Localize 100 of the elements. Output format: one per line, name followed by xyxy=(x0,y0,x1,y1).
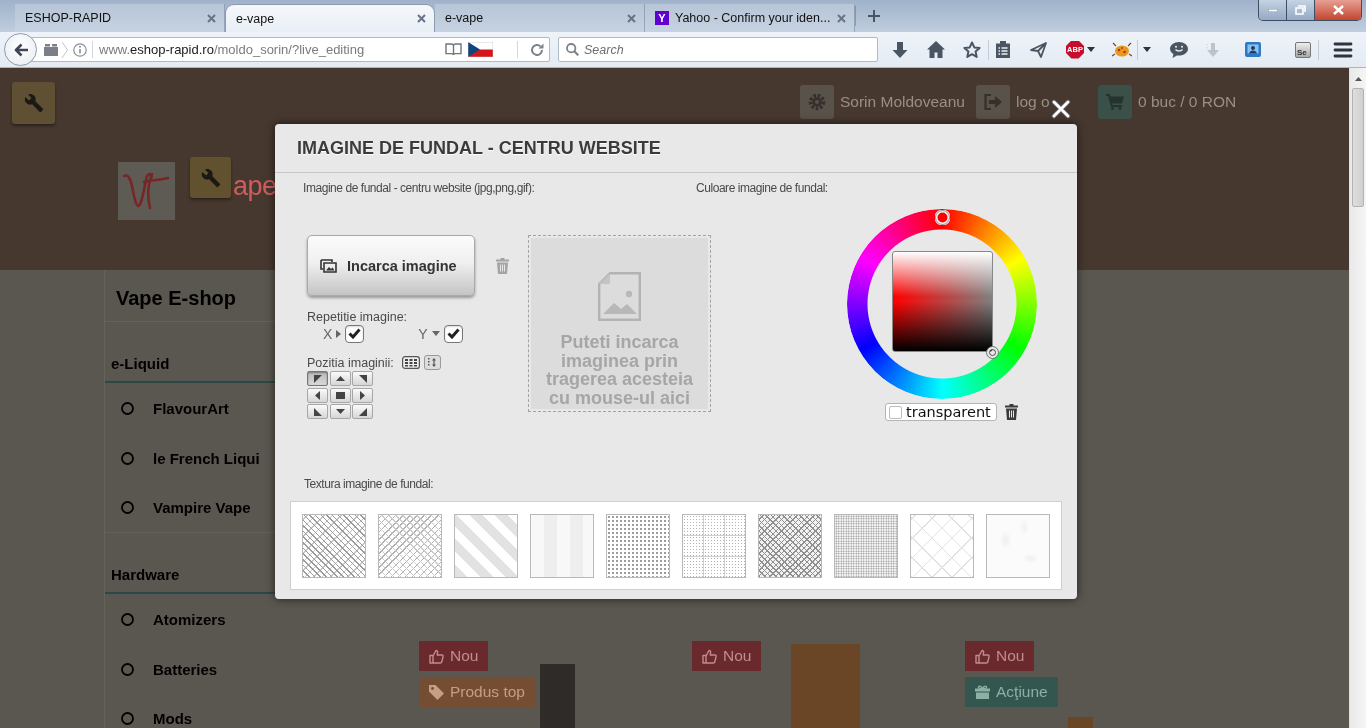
favicon-icon: Y xyxy=(655,11,669,25)
checkbox[interactable] xyxy=(443,324,463,343)
chat-icon[interactable] xyxy=(1170,41,1188,58)
position-button[interactable] xyxy=(329,387,351,403)
position-button[interactable] xyxy=(329,371,351,386)
checkbox[interactable] xyxy=(889,405,902,419)
close-window-button[interactable] xyxy=(1315,0,1361,20)
search-icon xyxy=(566,43,579,56)
position-button[interactable] xyxy=(329,404,351,419)
plus-icon[interactable] xyxy=(868,10,880,22)
star-icon[interactable] xyxy=(963,40,981,59)
hue-handle-icon[interactable] xyxy=(935,210,950,225)
position-button[interactable] xyxy=(352,387,373,403)
dialog-title: IMAGINE DE FUNDAL - CENTRU WEBSITE xyxy=(297,137,661,159)
download-icon[interactable] xyxy=(891,40,909,59)
gift-icon xyxy=(975,685,990,699)
caret-icon[interactable] xyxy=(1087,47,1095,52)
restore-button[interactable] xyxy=(1287,0,1315,20)
circle-bullet-icon xyxy=(121,451,134,465)
logo-text: ape xyxy=(233,171,277,201)
circle-bullet-icon xyxy=(121,662,134,676)
reload-icon[interactable] xyxy=(530,42,544,57)
texture-swatch[interactable] xyxy=(986,514,1050,578)
field-label: Culoare imagine de fundal: xyxy=(696,181,828,195)
scrollbar[interactable] xyxy=(1349,68,1366,728)
clipboard-icon[interactable] xyxy=(995,41,1011,58)
paper-plane-icon[interactable] xyxy=(1029,41,1047,58)
triangle-right-icon xyxy=(360,390,365,400)
badge-label: Acţiune xyxy=(996,683,1048,701)
position-button[interactable] xyxy=(307,387,328,403)
texture-swatch[interactable] xyxy=(302,514,366,578)
texture-swatch[interactable] xyxy=(378,514,442,578)
checkbox[interactable] xyxy=(345,324,365,343)
corner-triangle-icon xyxy=(313,407,322,416)
minimize-icon xyxy=(1267,8,1278,12)
search-field[interactable]: Search xyxy=(558,37,878,62)
texture-swatch[interactable] xyxy=(454,514,518,578)
scroll-up-icon[interactable] xyxy=(1354,76,1362,81)
corner-triangle-icon xyxy=(358,407,367,416)
thumbs-up-icon xyxy=(702,648,717,664)
field-label: Textura imagine de fundal: xyxy=(304,477,434,491)
badge-label: Nou xyxy=(450,647,479,665)
grid-icon[interactable] xyxy=(401,356,420,369)
caret-down-icon xyxy=(431,331,440,336)
caret-right-icon xyxy=(336,329,342,338)
color-handle-icon[interactable] xyxy=(986,346,999,359)
browser-tab[interactable]: e-vape xyxy=(225,4,435,32)
field-label: Repetitie imagine: xyxy=(307,310,408,324)
url-text[interactable]: www.eshop-rapid.ro/moldo_sorin/?live_editing xyxy=(99,42,365,57)
bug-icon[interactable] xyxy=(1112,41,1132,58)
minimize-button[interactable] xyxy=(1259,0,1287,20)
axis-label: Y xyxy=(418,325,428,342)
browser-tab[interactable]: e-vape xyxy=(435,4,645,32)
position-button[interactable] xyxy=(352,371,373,386)
extension-button[interactable]: Se xyxy=(1295,41,1311,58)
texture-swatch[interactable] xyxy=(758,514,822,578)
texture-swatch[interactable] xyxy=(530,514,594,578)
menu-icon[interactable] xyxy=(1333,41,1353,58)
wrench-icon xyxy=(23,93,44,113)
upload-button[interactable]: Incarca imagine xyxy=(307,235,475,296)
restore-icon xyxy=(1295,5,1306,15)
browser-tab[interactable]: ESHOP-RAPID xyxy=(15,4,225,32)
image-file-icon xyxy=(598,272,641,321)
texture-swatch[interactable] xyxy=(682,514,746,578)
app-grid-icon[interactable] xyxy=(44,43,58,56)
back-button[interactable] xyxy=(4,33,37,66)
photo-placeholder xyxy=(1067,717,1093,728)
texture-swatch[interactable] xyxy=(834,514,898,578)
scrollbar-thumb[interactable] xyxy=(1352,88,1364,207)
position-button[interactable] xyxy=(352,404,373,419)
caret-icon[interactable] xyxy=(1143,47,1151,52)
photo-placeholder xyxy=(539,664,575,728)
browser-tab[interactable]: Y Yahoo - Confirm your iden... xyxy=(645,4,855,32)
home-icon[interactable] xyxy=(927,41,945,58)
close-icon[interactable] xyxy=(1051,99,1071,119)
logout-link[interactable]: log o xyxy=(1016,93,1050,111)
position-button[interactable] xyxy=(307,404,328,419)
color-square[interactable] xyxy=(891,251,993,352)
circle-bullet-icon xyxy=(121,401,134,415)
trash-icon[interactable] xyxy=(1005,404,1018,420)
chevron-icon xyxy=(62,41,68,58)
texture-swatch[interactable] xyxy=(606,514,670,578)
user-name-link[interactable]: Sorin Moldoveanu xyxy=(840,93,965,111)
back-arrow-icon xyxy=(12,41,29,58)
reader-view-icon[interactable] xyxy=(445,43,462,56)
transparent-option[interactable]: transparent xyxy=(885,403,997,421)
check-icon xyxy=(348,328,362,339)
info-icon[interactable] xyxy=(73,42,87,57)
position-button[interactable] xyxy=(307,371,328,386)
address-bar[interactable]: www.eshop-rapid.ro/moldo_sorin/?live_editing xyxy=(31,37,550,62)
picture-icon[interactable] xyxy=(1245,42,1261,57)
circle-bullet-icon xyxy=(121,712,134,725)
circle-bullet-icon xyxy=(121,501,134,514)
cart-summary-link[interactable]: 0 buc / 0 RON xyxy=(1138,93,1237,111)
wrench-icon xyxy=(200,167,221,188)
gear-icon xyxy=(808,93,826,111)
field-label: Imagine de fundal - centru website (jpg,png,gif): xyxy=(303,181,535,195)
texture-swatch[interactable] xyxy=(910,514,974,578)
cart-icon xyxy=(1106,94,1124,110)
arrows-icon[interactable] xyxy=(423,355,441,370)
